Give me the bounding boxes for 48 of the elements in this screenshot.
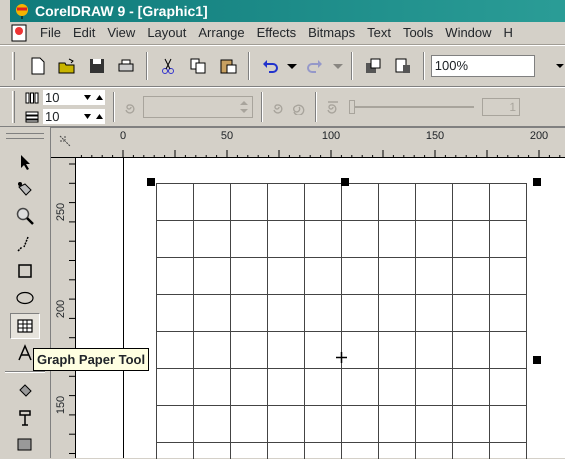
center-marker-icon: [336, 352, 347, 363]
ruler-label: 250: [55, 202, 68, 222]
menu-item[interactable]: Tools: [396, 24, 440, 42]
spiral-icon: [325, 99, 341, 115]
magnifier-icon: [15, 206, 35, 226]
spin-arrows-icon[interactable]: [83, 112, 105, 121]
selection-handle[interactable]: [533, 178, 541, 186]
menu-item[interactable]: Edit: [66, 24, 102, 42]
menu-item[interactable]: Window: [439, 24, 498, 42]
ruler-label: 200: [55, 299, 68, 318]
tool-button[interactable]: [10, 313, 40, 339]
selection-handle[interactable]: [147, 178, 155, 186]
columns-icon: [25, 92, 39, 104]
rows-field[interactable]: 10: [43, 109, 105, 124]
window-title: CorelDRAW 9 - [Graphic1]: [35, 2, 208, 21]
ruler-label: 200: [530, 130, 548, 142]
ruler-label: 50: [220, 130, 234, 142]
revolutions-field[interactable]: [143, 96, 253, 118]
columns-field[interactable]: 10: [43, 90, 105, 105]
document-icon[interactable]: [10, 24, 28, 42]
slider-track[interactable]: [349, 100, 474, 114]
ruler-label: 100: [322, 130, 340, 142]
menu-item[interactable]: Bitmaps: [302, 24, 362, 42]
tooltip: Graph Paper Tool: [33, 348, 150, 371]
menu-item[interactable]: Text: [361, 24, 397, 42]
zoom-field[interactable]: 100%: [430, 55, 536, 77]
caret-icon[interactable]: [555, 61, 565, 71]
spin-arrows-icon[interactable]: [83, 93, 105, 102]
ruler-label: 150: [426, 130, 444, 142]
menu-item[interactable]: Layout: [141, 24, 192, 42]
selection-handle[interactable]: [341, 178, 349, 186]
copy-icon: [188, 56, 208, 76]
rows-icon: [25, 110, 39, 122]
menu-item[interactable]: File: [34, 24, 67, 42]
ruler-label: 0: [120, 130, 126, 142]
caret-icon: [287, 64, 298, 68]
folder-icon: [56, 56, 77, 76]
caret-icon: [333, 64, 344, 68]
menu-item[interactable]: Effects: [250, 24, 302, 42]
menu-item[interactable]: View: [101, 24, 142, 42]
selection-handle[interactable]: [533, 356, 541, 364]
ruler-label: 150: [55, 396, 68, 414]
menu-item[interactable]: Arrange: [192, 24, 251, 42]
slider-thumb[interactable]: [349, 100, 355, 114]
export-icon: [392, 56, 413, 76]
import-icon: [363, 56, 384, 76]
ruler-origin-icon[interactable]: [58, 134, 72, 148]
menu-item[interactable]: H: [498, 24, 519, 42]
